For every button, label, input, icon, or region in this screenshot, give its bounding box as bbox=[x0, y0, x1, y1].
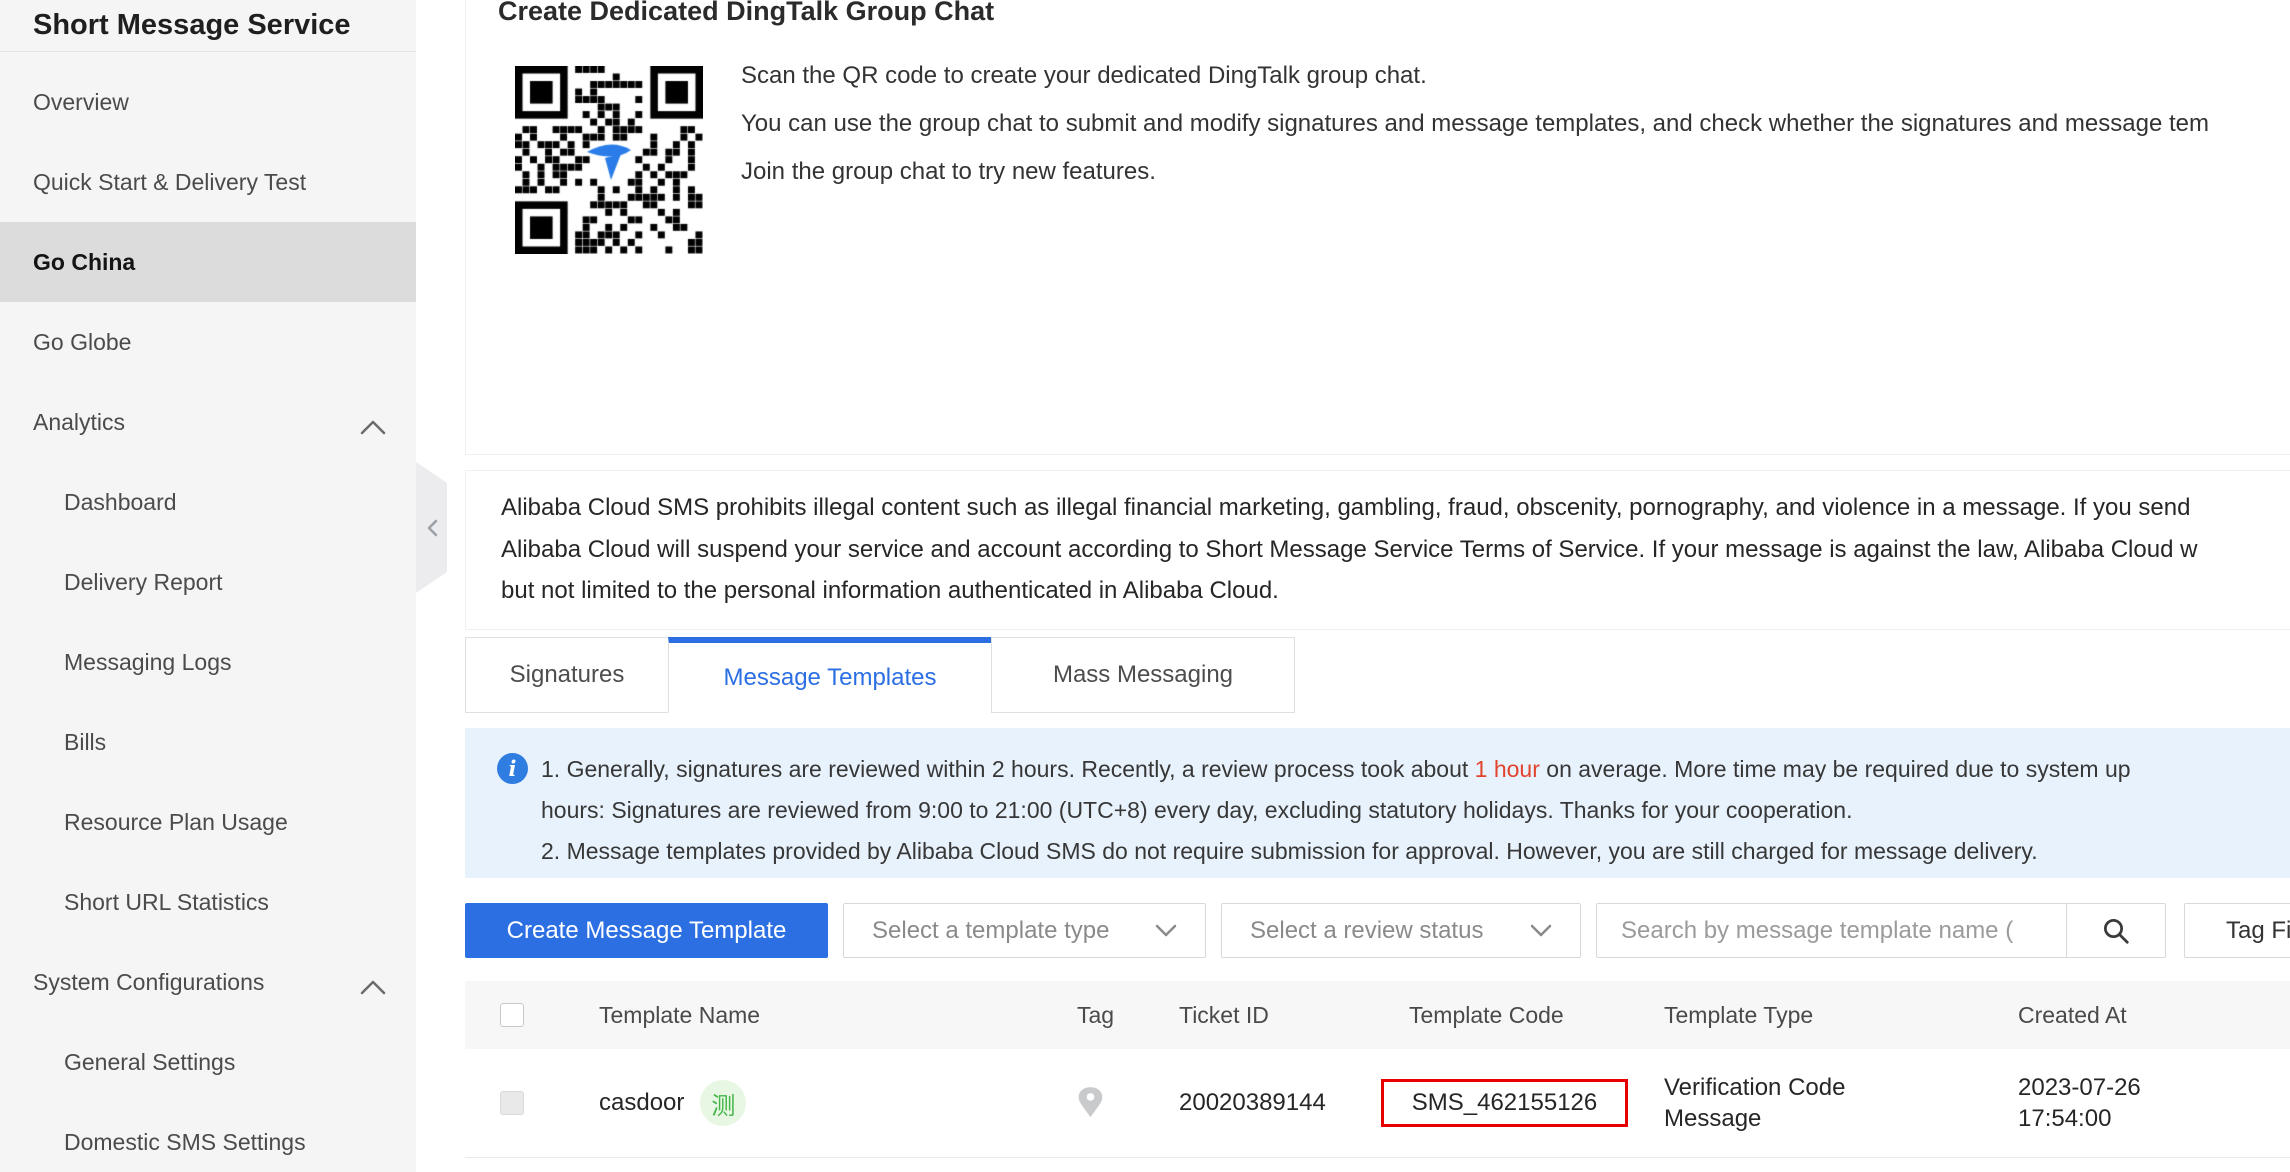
template-name-value: casdoor bbox=[599, 1089, 685, 1116]
table-row: casdoor 测 20020389144 SMS_462155126 Veri… bbox=[465, 1049, 2290, 1158]
template-code-highlight-box: SMS_462155126 bbox=[1381, 1079, 1628, 1127]
sms-console-page: Short Message Service Overview Quick Sta… bbox=[0, 0, 2290, 1172]
dingtalk-qr-code bbox=[515, 66, 703, 254]
sidebar-item-system-configurations[interactable]: System Configurations bbox=[0, 942, 416, 1022]
col-template-name: Template Name bbox=[599, 1001, 761, 1028]
sidebar-item-resource-plan-usage[interactable]: Resource Plan Usage bbox=[0, 782, 416, 862]
sidebar-item-overview[interactable]: Overview bbox=[0, 62, 416, 142]
create-message-template-button[interactable]: Create Message Template bbox=[465, 903, 828, 958]
sidebar-item-go-globe[interactable]: Go Globe bbox=[0, 302, 416, 382]
info-icon: i bbox=[497, 753, 528, 784]
select-all-checkbox[interactable] bbox=[500, 1003, 524, 1027]
tag-filter-button[interactable]: Tag Filter bbox=[2184, 903, 2290, 958]
dingtalk-line-2: You can use the group chat to submit and… bbox=[741, 110, 2209, 137]
info-line-3: 2. Message templates provided by Alibaba… bbox=[541, 838, 2038, 864]
tab-mass-messaging[interactable]: Mass Messaging bbox=[991, 637, 1295, 713]
info-line-2: hours: Signatures are reviewed from 9:00… bbox=[541, 797, 1853, 823]
chevron-down-icon bbox=[1155, 924, 1177, 937]
search-input[interactable] bbox=[1596, 903, 2067, 958]
sidebar-title: Short Message Service bbox=[0, 0, 416, 52]
table-header: Template Name Tag Ticket ID Template Cod… bbox=[465, 981, 2290, 1049]
sidebar: Short Message Service Overview Quick Sta… bbox=[0, 0, 416, 1172]
template-type-value: Verification Code Message bbox=[1664, 1074, 1846, 1132]
sidebar-collapse-handle[interactable] bbox=[416, 462, 447, 593]
row-checkbox[interactable] bbox=[500, 1091, 524, 1115]
ticket-id-value: 20020389144 bbox=[1179, 1089, 1326, 1116]
compliance-notice: Alibaba Cloud SMS prohibits illegal cont… bbox=[465, 470, 2290, 630]
dingtalk-line-3: Join the group chat to try new features. bbox=[741, 158, 1156, 185]
sidebar-nav: Overview Quick Start & Delivery Test Go … bbox=[0, 62, 416, 1172]
col-ticket-id: Ticket ID bbox=[1179, 1001, 1269, 1028]
template-type-dropdown[interactable]: Select a template type bbox=[843, 903, 1206, 958]
dingtalk-line-1: Scan the QR code to create your dedicate… bbox=[741, 62, 1427, 89]
tab-message-templates[interactable]: Message Templates bbox=[668, 637, 992, 713]
review-info-banner: i 1. Generally, signatures are reviewed … bbox=[465, 728, 2290, 878]
sidebar-item-messaging-logs[interactable]: Messaging Logs bbox=[0, 622, 416, 702]
sidebar-item-dashboard[interactable]: Dashboard bbox=[0, 462, 416, 542]
dingtalk-card: Create Dedicated DingTalk Group Chat Sca… bbox=[465, 0, 2290, 455]
compliance-line-3: but not limited to the personal informat… bbox=[501, 577, 1279, 604]
template-code-value: SMS_462155126 bbox=[1411, 1089, 1598, 1116]
chevron-up-icon[interactable] bbox=[360, 974, 386, 995]
sidebar-item-analytics[interactable]: Analytics bbox=[0, 382, 416, 462]
chevron-up-icon[interactable] bbox=[360, 414, 386, 435]
chevron-down-icon bbox=[1530, 924, 1552, 937]
sidebar-item-bills[interactable]: Bills bbox=[0, 702, 416, 782]
sidebar-item-general-settings[interactable]: General Settings bbox=[0, 1022, 416, 1102]
sidebar-item-quick-start[interactable]: Quick Start & Delivery Test bbox=[0, 142, 416, 222]
tag-icon[interactable] bbox=[1077, 1087, 1104, 1119]
created-at-value: 2023-07-26 17:54:00 bbox=[2018, 1074, 2141, 1132]
tab-signatures[interactable]: Signatures bbox=[465, 637, 669, 713]
test-badge: 测 bbox=[700, 1080, 747, 1126]
col-created-at: Created At bbox=[2018, 1001, 2127, 1028]
chevron-left-icon bbox=[427, 519, 437, 536]
tab-bar: Signatures Message Templates Mass Messag… bbox=[465, 637, 1295, 713]
sidebar-item-delivery-report[interactable]: Delivery Report bbox=[0, 542, 416, 622]
col-template-code: Template Code bbox=[1409, 1001, 1564, 1028]
col-template-type: Template Type bbox=[1664, 1001, 1814, 1028]
review-time-highlight: 1 hour bbox=[1474, 756, 1540, 782]
col-tag: Tag bbox=[1077, 1001, 1115, 1028]
sidebar-item-short-url-statistics[interactable]: Short URL Statistics bbox=[0, 862, 416, 942]
compliance-line-2: Alibaba Cloud will suspend your service … bbox=[501, 536, 2198, 563]
sidebar-item-domestic-sms-settings[interactable]: Domestic SMS Settings bbox=[0, 1102, 416, 1172]
search-button[interactable] bbox=[2066, 903, 2166, 958]
info-line-1: 1. Generally, signatures are reviewed wi… bbox=[541, 756, 2131, 782]
search-icon bbox=[2104, 918, 2129, 944]
dingtalk-card-title: Create Dedicated DingTalk Group Chat bbox=[498, 0, 995, 26]
compliance-line-1: Alibaba Cloud SMS prohibits illegal cont… bbox=[501, 494, 2191, 521]
review-status-dropdown[interactable]: Select a review status bbox=[1221, 903, 1581, 958]
sidebar-item-go-china[interactable]: Go China bbox=[0, 222, 416, 302]
